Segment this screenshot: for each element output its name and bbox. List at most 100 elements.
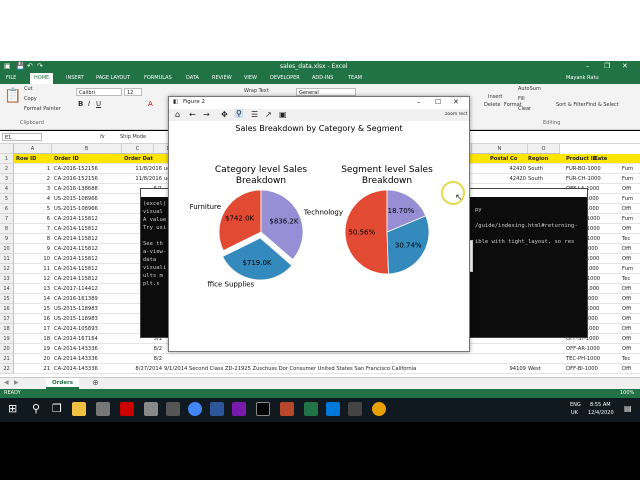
cell-id[interactable]: 18 <box>16 334 50 344</box>
formula-input[interactable]: Ship Mode <box>120 134 146 140</box>
cell-order[interactable]: CA-2014-115812 <box>54 254 122 264</box>
bold-button[interactable]: B <box>78 100 83 108</box>
cell-product[interactable]: TEC-PH-1000 <box>566 354 622 364</box>
select-all-corner[interactable] <box>0 144 14 154</box>
row-header[interactable]: 10 <box>0 244 14 254</box>
tab-page-layout[interactable]: PAGE LAYOUT <box>96 75 130 81</box>
cell-cat[interactable]: Offi <box>622 344 640 354</box>
notification-icon[interactable]: ▤ <box>624 404 632 413</box>
font-name-select[interactable]: Calibri <box>76 88 122 96</box>
chrome-icon[interactable] <box>188 402 202 416</box>
row-header[interactable]: 17 <box>0 314 14 324</box>
cell-order[interactable]: CA-2014-115812 <box>54 234 122 244</box>
column-title[interactable]: Region <box>528 154 548 164</box>
format-painter-button[interactable]: Format Painter <box>24 106 61 112</box>
tab-home[interactable]: HOME <box>30 73 54 84</box>
figure-window[interactable]: ◧ Figure 2 – ☐ ✕ ⌂ ← → ✥ ⚲ ☰ ↗ ▣ zoom re… <box>168 96 470 352</box>
cell-order[interactable]: CA-2014-115812 <box>54 214 122 224</box>
cell-tail[interactable]: 9/1/2014 Second Class ZD-21925 Zuschuss … <box>164 364 484 374</box>
font-color-icon[interactable]: A <box>148 100 153 108</box>
cell-date[interactable]: 8/2 <box>124 344 162 354</box>
file-explorer-icon[interactable] <box>72 402 86 416</box>
cell-date[interactable]: 8/2 <box>124 354 162 364</box>
tab-data[interactable]: DATA <box>186 75 199 81</box>
cell-id[interactable]: 10 <box>16 254 50 264</box>
cell-id[interactable]: 5 <box>16 204 50 214</box>
italic-button[interactable]: I <box>88 100 90 108</box>
cell-cat[interactable]: Furn <box>622 164 640 174</box>
row-header[interactable]: 7 <box>0 214 14 224</box>
cell-cat[interactable]: Furn <box>622 264 640 274</box>
cell-date[interactable]: 8/27/2014 <box>124 364 162 374</box>
cell-order[interactable]: CA-2014-143336 <box>54 364 122 374</box>
cell-date[interactable]: 11/8/2016 <box>124 174 162 184</box>
cell-cat[interactable]: Furn <box>622 214 640 224</box>
name-box[interactable]: E1 <box>2 133 42 141</box>
cell-id[interactable]: 8 <box>16 234 50 244</box>
column-header[interactable]: O <box>528 144 560 154</box>
cell-order[interactable]: US-2015-118983 <box>54 304 122 314</box>
row-header[interactable]: 20 <box>0 344 14 354</box>
figure-canvas[interactable]: Sales Breakdown by Category & Segment Ca… <box>169 121 469 351</box>
cell-order[interactable]: CA-2014-115812 <box>54 274 122 284</box>
column-title[interactable]: Postal Co <box>490 154 517 164</box>
redo-icon[interactable]: ↷ <box>37 62 43 70</box>
find-select-button[interactable]: Find & Select <box>586 102 619 108</box>
cell-id[interactable]: 15 <box>16 304 50 314</box>
cell-order[interactable]: CA-2014-143336 <box>54 354 122 364</box>
cell-cat[interactable]: Offi <box>622 224 640 234</box>
powerpoint-icon[interactable] <box>280 402 294 416</box>
wrap-text-button[interactable]: Wrap Text <box>244 88 269 94</box>
cell-order[interactable]: CA-2014-143336 <box>54 344 122 354</box>
delete-button[interactable]: Delete <box>484 102 500 108</box>
cell-id[interactable]: 4 <box>16 194 50 204</box>
column-header[interactable]: A <box>14 144 52 154</box>
cell-order[interactable]: CA-2016-152156 <box>54 164 122 174</box>
cell-id[interactable]: 7 <box>16 224 50 234</box>
cell-order[interactable]: CA-2014-105893 <box>54 324 122 334</box>
add-sheet-icon[interactable]: ⊕ <box>92 378 99 387</box>
row-header[interactable]: 2 <box>0 164 14 174</box>
column-title[interactable]: Cate <box>594 154 607 164</box>
column-title[interactable]: Order Dat <box>124 154 153 164</box>
row-header[interactable]: 3 <box>0 174 14 184</box>
number-format-select[interactable]: General <box>296 88 356 96</box>
cell-cat[interactable]: Offi <box>622 334 640 344</box>
undo-icon[interactable]: ↶ <box>27 62 33 70</box>
word-icon[interactable] <box>210 402 224 416</box>
row-header[interactable]: 18 <box>0 324 14 334</box>
cell-id[interactable]: 17 <box>16 324 50 334</box>
cell-region[interactable]: South <box>528 164 564 174</box>
row-header[interactable]: 14 <box>0 284 14 294</box>
row-header[interactable]: 22 <box>0 364 14 374</box>
font-size-select[interactable]: 12 <box>124 88 142 96</box>
fx-icon[interactable]: fx <box>100 134 105 140</box>
cell-cat[interactable]: Offi <box>622 204 640 214</box>
fill-button[interactable]: Fill <box>518 96 525 102</box>
row-header[interactable]: 19 <box>0 334 14 344</box>
python-figure-icon[interactable] <box>372 402 386 416</box>
cell-id[interactable]: 3 <box>16 184 50 194</box>
cell-region[interactable]: South <box>528 174 564 184</box>
gear-app-icon[interactable] <box>144 402 158 416</box>
home-icon[interactable]: ⌂ <box>175 110 180 119</box>
row-header[interactable]: 8 <box>0 224 14 234</box>
cell-order[interactable]: CA-2014-167164 <box>54 334 122 344</box>
close-icon[interactable]: ✕ <box>622 62 628 70</box>
cell-order[interactable]: CA-2017-114412 <box>54 284 122 294</box>
figure-maximize-icon[interactable]: ☐ <box>435 98 441 106</box>
cell-id[interactable]: 1 <box>16 164 50 174</box>
cell-region[interactable]: West <box>528 364 564 374</box>
column-header[interactable]: B <box>52 144 122 154</box>
next-sheet-icon[interactable]: ▶ <box>14 379 19 386</box>
autosum-button[interactable]: AutoSum <box>518 86 541 92</box>
pdf-reader-icon[interactable] <box>120 402 134 416</box>
sheet-tab-orders[interactable]: Orders <box>46 378 80 389</box>
cell-cat[interactable]: Furn <box>622 194 640 204</box>
cell-order[interactable]: CA-2016-138688 <box>54 184 122 194</box>
cell-order[interactable]: CA-2016-152156 <box>54 174 122 184</box>
zoom-icon[interactable]: ⚲ <box>235 109 243 118</box>
cell-order[interactable]: CA-2014-115812 <box>54 264 122 274</box>
cell-cat[interactable]: Offi <box>622 304 640 314</box>
cell-id[interactable]: 9 <box>16 244 50 254</box>
